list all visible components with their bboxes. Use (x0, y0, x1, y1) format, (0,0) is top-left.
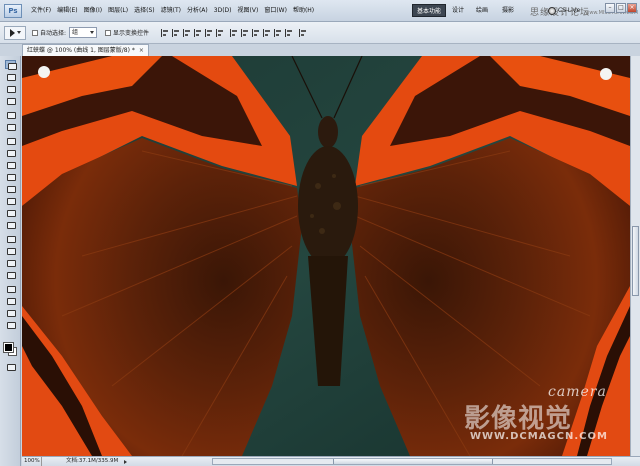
marquee-tool[interactable] (5, 72, 16, 81)
type-tool[interactable] (5, 246, 16, 255)
menu-filter[interactable]: 滤镜(T) (158, 4, 184, 18)
menu-image[interactable]: 图像(I) (81, 4, 105, 18)
vertical-scrollbar[interactable] (630, 56, 640, 456)
menu-layer[interactable]: 图层(L) (105, 4, 131, 18)
options-bar: 自动选择: 组 显示变换控件 (0, 22, 640, 44)
align-hcenter-icon[interactable] (205, 28, 213, 37)
pen-tool[interactable] (5, 234, 16, 243)
align-buttons (161, 28, 224, 37)
horizontal-scroll-thumb[interactable] (333, 459, 493, 464)
photoshop-logo-icon: Ps (4, 3, 22, 18)
status-menu-icon[interactable] (124, 459, 128, 464)
brand-url-watermark: WWW.DCMAGCN.COM (470, 431, 608, 442)
distribute-bottom-icon[interactable] (252, 28, 260, 37)
document-tab-title: 红蛱蝶 @ 100% (曲线 1, 图层蒙版/8) * (27, 47, 135, 54)
auto-select-label: 自动选择: (40, 30, 67, 37)
menu-window[interactable]: 窗口(W) (261, 4, 290, 18)
brand-watermark: 影像视觉 (464, 404, 573, 434)
align-vcenter-icon[interactable] (172, 28, 180, 37)
menu-edit[interactable]: 编辑(E) (54, 4, 80, 18)
menu-analysis[interactable]: 分析(A) (184, 4, 211, 18)
minimize-button[interactable]: – (605, 3, 615, 13)
3d-orbit-tool[interactable] (5, 296, 16, 305)
auto-select-checkbox[interactable] (32, 29, 38, 36)
document-canvas[interactable]: camera 影像视觉 WWW.DCMAGCN.COM (22, 56, 630, 456)
quick-mask-button[interactable] (5, 362, 16, 371)
align-top-icon[interactable] (161, 28, 169, 37)
menu-file[interactable]: 文件(F) (28, 4, 54, 18)
horizontal-scrollbar[interactable] (212, 458, 612, 465)
workspace-painting-link[interactable]: 绘画 (476, 4, 488, 17)
history-brush-tool[interactable] (5, 172, 16, 181)
chevron-down-icon (16, 31, 21, 34)
distribute-vcenter-icon[interactable] (241, 28, 249, 37)
foreground-color-swatch[interactable] (3, 342, 14, 353)
auto-align-buttons (299, 28, 307, 37)
zoom-level-field[interactable]: 100% (22, 457, 42, 466)
close-tab-icon[interactable]: × (139, 45, 144, 56)
zoom-tool[interactable] (5, 320, 16, 329)
show-transform-checkbox[interactable] (105, 29, 112, 36)
move-tool[interactable] (5, 60, 17, 70)
align-left-icon[interactable] (194, 28, 202, 37)
hand-tool[interactable] (5, 308, 16, 317)
distribute-top-icon[interactable] (230, 28, 238, 37)
auto-select-dropdown[interactable]: 组 (69, 27, 98, 38)
align-bottom-icon[interactable] (183, 28, 191, 37)
move-tool-icon (9, 28, 15, 37)
align-right-icon[interactable] (216, 28, 224, 37)
crop-tool[interactable] (5, 110, 16, 119)
eyedropper-tool[interactable] (5, 122, 16, 131)
distribute-right-icon[interactable] (285, 28, 293, 37)
auto-align-icon[interactable] (299, 28, 307, 37)
clone-stamp-tool[interactable] (5, 160, 16, 169)
3d-rotate-tool[interactable] (5, 284, 16, 293)
vertical-scroll-thumb[interactable] (632, 226, 639, 296)
gradient-tool[interactable] (5, 196, 16, 205)
window-controls: – □ × (605, 3, 637, 13)
workspace-essentials-button[interactable]: 基本功能 (412, 4, 446, 17)
blur-tool[interactable] (5, 208, 16, 217)
lasso-tool[interactable] (5, 84, 16, 93)
brush-tool[interactable] (5, 148, 16, 157)
eraser-tool[interactable] (5, 184, 16, 193)
maximize-button[interactable]: □ (616, 3, 626, 13)
distribute-buttons (230, 28, 293, 37)
document-size-info: 文档:37.1M/335.9M (66, 458, 119, 464)
distribute-left-icon[interactable] (263, 28, 271, 37)
dodge-tool[interactable] (5, 220, 16, 229)
show-transform-label: 显示变换控件 (113, 30, 150, 37)
path-selection-tool[interactable] (5, 258, 16, 267)
cs-live-icon (548, 6, 556, 15)
butterfly-image (22, 56, 630, 456)
workspace-photography-link[interactable]: 摄影 (502, 4, 514, 17)
status-bar: 100% 文档:37.1M/335.9M (22, 456, 640, 466)
menu-select[interactable]: 选择(S) (131, 4, 158, 18)
cs-live-button[interactable]: CS Live (548, 4, 580, 17)
menu-help[interactable]: 帮助(H) (290, 4, 317, 18)
close-button[interactable]: × (627, 3, 637, 13)
healing-brush-tool[interactable] (5, 136, 16, 145)
menu-view[interactable]: 视图(V) (235, 4, 262, 18)
menu-3d[interactable]: 3D(D) (211, 4, 235, 18)
tool-preset-picker[interactable] (4, 25, 26, 40)
cs-live-label: CS Live (558, 7, 581, 14)
workspace-design-link[interactable]: 设计 (452, 4, 464, 17)
tools-panel (0, 56, 21, 466)
document-tab[interactable]: 红蛱蝶 @ 100% (曲线 1, 图层蒙版/8) * × (22, 44, 149, 56)
quick-select-tool[interactable] (5, 96, 16, 105)
distribute-hcenter-icon[interactable] (274, 28, 282, 37)
shape-tool[interactable] (5, 270, 16, 279)
